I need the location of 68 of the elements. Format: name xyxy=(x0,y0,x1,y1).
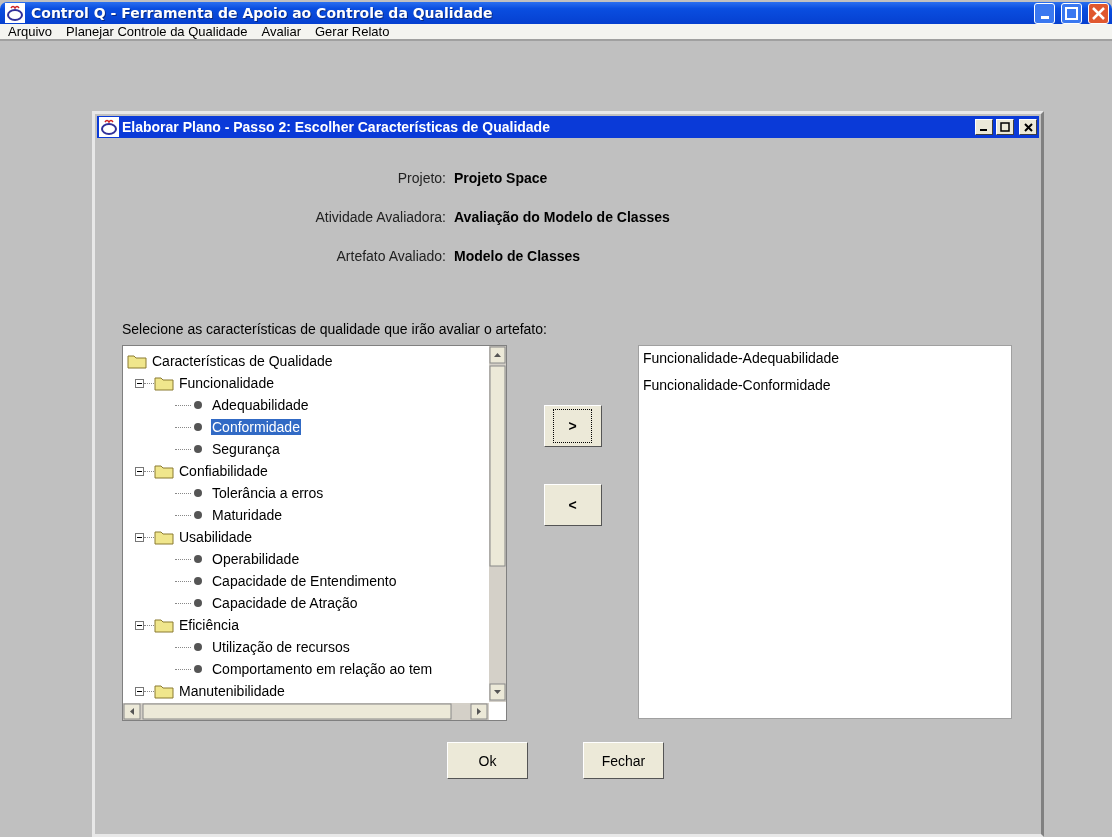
minimize-icon xyxy=(1040,15,1049,19)
tree-item[interactable]: Funcionalidade xyxy=(178,375,275,391)
bullet-icon xyxy=(193,400,203,410)
field-label: Atividade Avaliadora: xyxy=(314,209,446,225)
tree-item[interactable]: Operabilidade xyxy=(211,551,301,567)
vertical-scrollbar[interactable] xyxy=(489,346,506,702)
list-item[interactable]: Funcionalidade-Adequabilidade xyxy=(643,350,1007,377)
tree-item[interactable]: Segurança xyxy=(211,441,281,457)
tree-item[interactable]: Tolerância a erros xyxy=(211,485,325,501)
tree-item[interactable]: Confiabilidade xyxy=(178,463,269,479)
close-button[interactable]: Fechar xyxy=(583,742,664,779)
folder-icon xyxy=(154,463,174,479)
tree-item[interactable]: Utilização de recursos xyxy=(211,639,351,655)
app-logo-icon xyxy=(5,3,25,23)
tree-item[interactable]: Conformidade xyxy=(211,419,301,435)
menu-item[interactable]: Arquivo xyxy=(6,24,55,39)
collapse-icon[interactable] xyxy=(135,378,144,388)
horizontal-scrollbar[interactable] xyxy=(123,703,489,720)
maximize-icon xyxy=(1000,122,1010,132)
tree-item[interactable]: Adequabilidade xyxy=(211,397,310,413)
maximize-icon xyxy=(1065,6,1078,20)
collapse-icon[interactable] xyxy=(135,686,144,696)
folder-icon xyxy=(154,617,174,633)
dialog-title: Elaborar Plano - Passo 2: Escolher Características de Qualidade xyxy=(122,119,551,135)
close-button[interactable] xyxy=(1019,119,1037,135)
bullet-icon xyxy=(193,576,203,586)
minimize-button[interactable] xyxy=(975,119,993,135)
bullet-icon xyxy=(193,664,203,674)
instruction-text: Selecione as características de qualidade que irão avaliar o artefato: xyxy=(122,321,548,337)
menu-item[interactable]: Gerar Relato xyxy=(313,24,392,39)
bullet-icon xyxy=(193,488,203,498)
tree-item[interactable]: Capacidade de Entendimento xyxy=(211,573,398,589)
list-item[interactable]: Funcionalidade-Conformidade xyxy=(643,377,1007,404)
field-value: Modelo de Classes xyxy=(454,248,582,264)
close-icon xyxy=(1092,6,1105,20)
collapse-icon[interactable] xyxy=(135,466,144,476)
bullet-icon xyxy=(193,444,203,454)
menu-item[interactable]: Planejar Controle da Qualidade xyxy=(64,24,250,39)
bullet-icon xyxy=(193,642,203,652)
bullet-icon xyxy=(193,598,203,608)
bullet-icon xyxy=(193,510,203,520)
ok-button[interactable]: Ok xyxy=(447,742,528,779)
field-value: Projeto Space xyxy=(454,170,549,186)
collapse-icon[interactable] xyxy=(135,532,144,542)
move-button[interactable]: < xyxy=(543,484,602,526)
collapse-icon[interactable] xyxy=(135,620,144,630)
folder-icon xyxy=(127,353,147,369)
folder-icon xyxy=(154,529,174,545)
tree-item[interactable]: Eficiência xyxy=(178,617,240,633)
bullet-icon xyxy=(193,422,203,432)
tree-item[interactable]: Maturidade xyxy=(211,507,284,523)
maximize-button[interactable] xyxy=(996,119,1014,135)
field-label: Projeto: xyxy=(396,170,446,186)
field-value: Avaliação do Modelo de Classes xyxy=(454,209,671,225)
folder-icon xyxy=(154,683,174,699)
folder-icon xyxy=(154,375,174,391)
window-title: Control Q - Ferramenta de Apoio ao Controle da Qualidade xyxy=(31,5,494,21)
tree-item[interactable]: Usabilidade xyxy=(178,529,254,545)
menu-item[interactable]: Avaliar xyxy=(259,24,303,39)
tree-item[interactable]: Comportamento em relação ao tem xyxy=(211,661,434,677)
field-label: Artefato Avaliado: xyxy=(335,248,446,264)
tree-item[interactable]: Características de Qualidade xyxy=(151,353,334,369)
bullet-icon xyxy=(193,554,203,564)
app-logo-icon xyxy=(99,117,119,137)
tree-item[interactable]: Manutenibilidade xyxy=(178,683,286,699)
tree-item[interactable]: Capacidade de Atração xyxy=(211,595,359,611)
close-icon xyxy=(1023,122,1033,132)
move-button[interactable]: > xyxy=(543,405,602,447)
